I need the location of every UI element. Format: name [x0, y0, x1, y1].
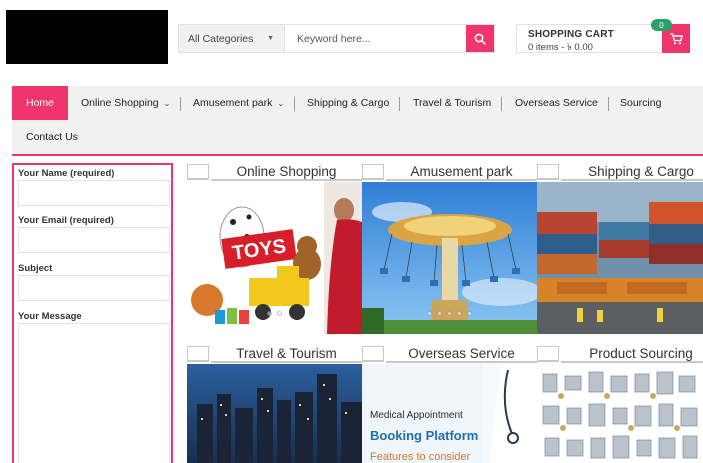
carousel-dot[interactable]	[467, 311, 472, 316]
nav-divider	[180, 97, 181, 111]
nav-item-label: Sourcing	[620, 97, 662, 109]
tile-travel-tourism[interactable]: Travel & Tourism	[187, 344, 362, 463]
tile-title: Online Shopping	[211, 163, 362, 181]
nav-item-shipping-cargo[interactable]: Shipping & Cargo	[307, 86, 389, 120]
message-label: Your Message	[18, 311, 82, 322]
contact-form: Your Name (required) Your Email (require…	[12, 163, 173, 463]
category-select-label: All Categories	[188, 32, 254, 45]
subject-field[interactable]	[18, 275, 170, 301]
carousel-dot[interactable]	[437, 311, 442, 316]
chevron-down-icon: ⌄	[163, 98, 171, 108]
tile-header: Amusement park	[362, 162, 537, 182]
nav-divider	[294, 97, 295, 111]
carousel-dot[interactable]	[457, 311, 462, 316]
main-navbar: Home Online Shopping ⌄ Amusement park ⌄ …	[12, 86, 703, 156]
tile-title: Overseas Service	[386, 345, 537, 363]
cart-summary: 0 items - ৳ 0.00	[528, 42, 593, 53]
banner-line-2: Booking Platform	[370, 428, 478, 443]
tile-overseas-service[interactable]: Overseas Service Medical Appointment Boo…	[362, 344, 537, 463]
search-button[interactable]	[466, 25, 494, 52]
search-bar: All Categories ▼	[178, 24, 495, 53]
toys-and-fashion-photo: TOYS	[187, 182, 362, 334]
category-select[interactable]: All Categories ▼	[179, 25, 285, 52]
tile-tab	[187, 164, 209, 180]
cart-icon	[670, 32, 683, 44]
tile-tab	[187, 346, 209, 362]
nav-item-label: Online Shopping	[81, 97, 159, 109]
tile-header: Online Shopping	[187, 162, 362, 182]
banner-line-1: Medical Appointment	[370, 410, 463, 421]
city-skyline-night-photo	[187, 364, 362, 463]
swing-ride-photo	[362, 182, 537, 334]
tile-title: Travel & Tourism	[211, 345, 362, 363]
name-field[interactable]	[18, 180, 170, 206]
tile-header: Overseas Service	[362, 344, 537, 364]
nav-divider	[399, 97, 400, 111]
nav-item-label: Amusement park	[193, 97, 273, 109]
name-label: Your Name (required)	[18, 168, 115, 179]
search-icon	[474, 33, 486, 45]
email-label: Your Email (required)	[18, 215, 114, 226]
nav-item-label: Overseas Service	[515, 97, 598, 109]
nav-item-home[interactable]: Home	[12, 86, 69, 120]
cart-title: SHOPPING CART	[528, 29, 614, 40]
nav-item-online-shopping[interactable]: Online Shopping ⌄	[81, 86, 170, 120]
nav-item-travel-tourism[interactable]: Travel & Tourism	[413, 86, 491, 120]
email-field[interactable]	[18, 227, 170, 253]
tile-product-sourcing[interactable]: Product Sourcing	[537, 344, 703, 463]
tile-tab	[537, 164, 559, 180]
carousel-dot[interactable]	[447, 311, 452, 316]
tile-title: Product Sourcing	[561, 345, 703, 363]
nav-item-label: Shipping & Cargo	[307, 97, 390, 109]
carousel-dot[interactable]	[277, 311, 282, 316]
tile-tab	[362, 346, 384, 362]
tile-amusement-park[interactable]: Amusement park	[362, 162, 537, 334]
subject-label: Subject	[18, 263, 53, 274]
nav-divider	[501, 97, 502, 111]
message-field[interactable]	[18, 323, 170, 463]
nav-item-label: Travel & Tourism	[413, 97, 492, 109]
machinery-catalog-photo	[537, 364, 703, 463]
banner-line-3: Features to consider	[370, 451, 471, 463]
carousel-dots	[362, 311, 537, 316]
cargo-port-photo	[537, 182, 703, 334]
tile-header: Travel & Tourism	[187, 344, 362, 364]
search-input[interactable]	[285, 25, 466, 52]
medical-booking-banner: Medical Appointment Booking Platform Fea…	[362, 364, 537, 463]
tile-shipping-cargo[interactable]: Shipping & Cargo	[537, 162, 703, 334]
nav-item-contact-us[interactable]: Contact Us	[26, 120, 78, 154]
tile-header: Shipping & Cargo	[537, 162, 703, 182]
carousel-dot[interactable]	[427, 311, 432, 316]
tile-tab	[362, 164, 384, 180]
cart-count-badge: 0	[651, 19, 672, 31]
nav-item-label: Home	[26, 97, 55, 109]
carousel-dot[interactable]	[267, 311, 272, 316]
tile-online-shopping[interactable]: Online Shopping TOYS	[187, 162, 362, 334]
nav-item-sourcing[interactable]: Sourcing	[620, 86, 661, 120]
carousel-dots	[187, 311, 362, 316]
tile-title: Amusement park	[386, 163, 537, 181]
chevron-down-icon: ⌄	[277, 98, 285, 108]
site-logo[interactable]	[6, 10, 168, 64]
tile-header: Product Sourcing	[537, 344, 703, 364]
nav-item-amusement-park[interactable]: Amusement park ⌄	[193, 86, 284, 120]
tile-tab	[537, 346, 559, 362]
nav-item-label: Contact Us	[26, 131, 78, 143]
tile-title: Shipping & Cargo	[561, 163, 703, 181]
caret-down-icon: ▼	[267, 35, 274, 42]
nav-divider	[608, 97, 609, 111]
nav-item-overseas-service[interactable]: Overseas Service	[515, 86, 598, 120]
